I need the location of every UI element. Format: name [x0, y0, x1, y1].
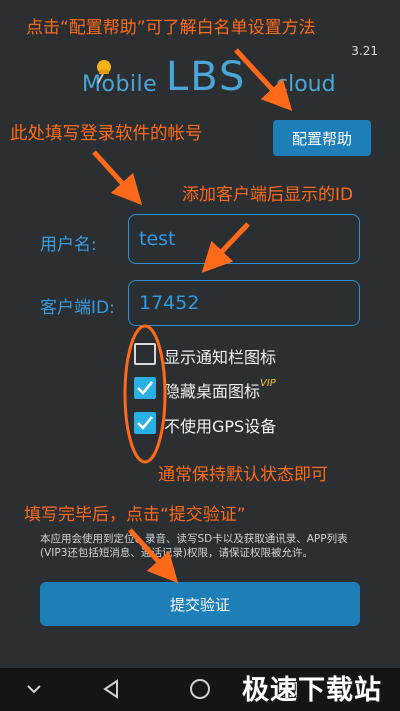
arrow-to-submit	[128, 528, 179, 584]
annotation-arrows	[92, 48, 293, 584]
arrow-to-client-id	[201, 222, 250, 273]
chevron-down-icon[interactable]	[26, 682, 42, 696]
back-icon[interactable]	[100, 678, 122, 700]
checkbox-highlight-ellipse	[123, 324, 167, 464]
site-watermark: 极速下载站	[242, 675, 382, 706]
arrow-to-help	[234, 48, 293, 112]
arrow-to-username	[92, 150, 143, 206]
home-icon[interactable]	[189, 678, 211, 700]
